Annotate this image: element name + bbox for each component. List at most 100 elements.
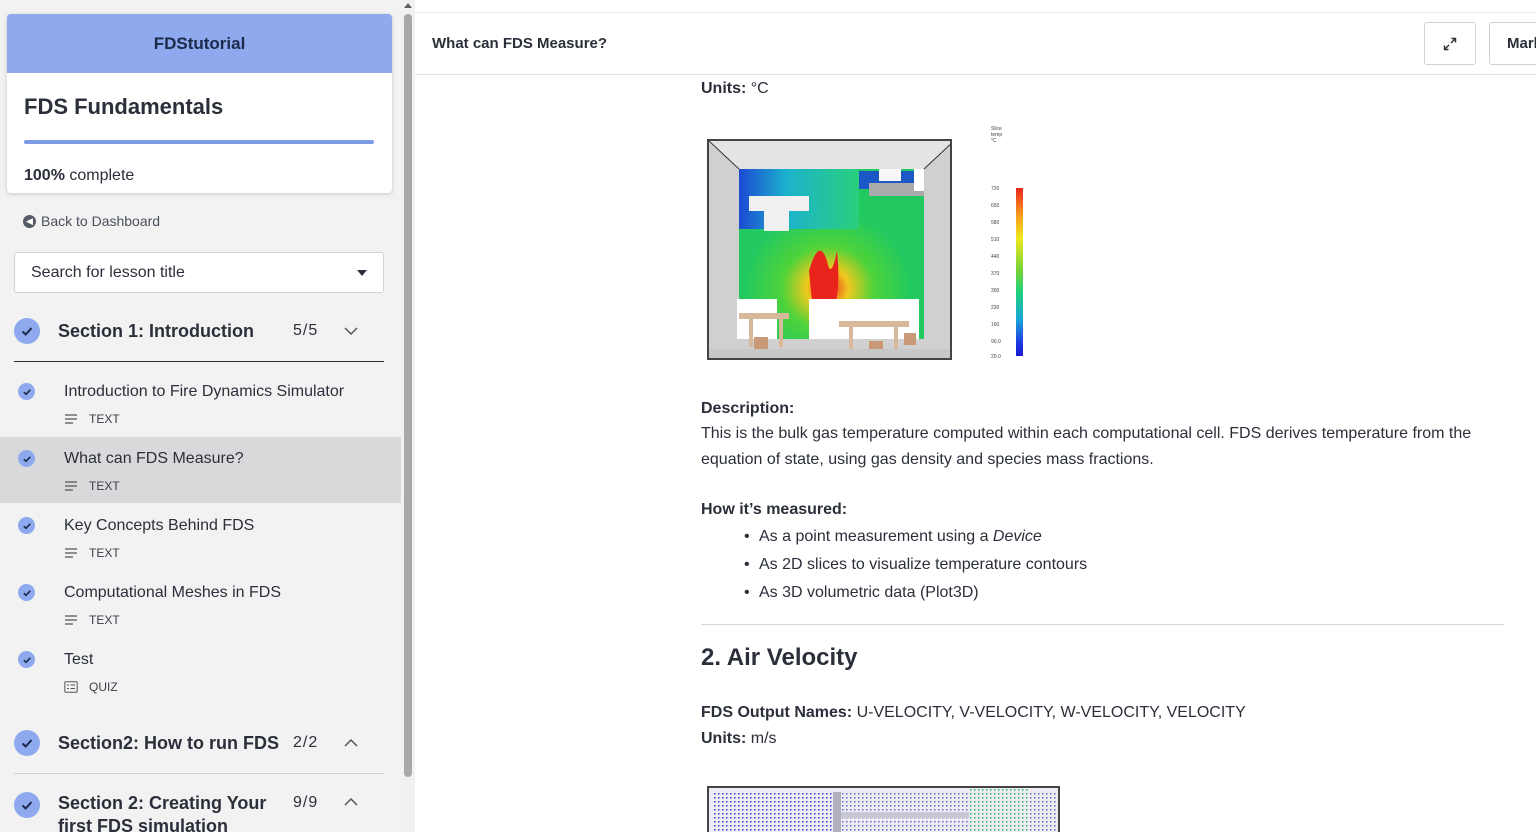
back-to-dashboard-link[interactable]: ◀ Back to Dashboard bbox=[23, 213, 160, 229]
velocity-slice-graphic bbox=[709, 788, 1058, 832]
progress-fill bbox=[24, 140, 374, 144]
colorbar-tick: 300 bbox=[991, 288, 1000, 294]
lesson-type: TEXT bbox=[64, 412, 120, 426]
list-item: As a point measurement using a Device bbox=[744, 523, 1087, 551]
lesson-title: Key Concepts Behind FDS bbox=[64, 517, 255, 534]
progress-percent: 100% bbox=[24, 167, 65, 184]
check-circle-icon bbox=[14, 318, 40, 344]
lesson-type: TEXT bbox=[64, 546, 120, 560]
text-lines-icon bbox=[65, 548, 77, 558]
search-placeholder: Search for lesson title bbox=[31, 263, 185, 281]
list-item-text: As a point measurement using a bbox=[759, 528, 993, 545]
temperature-slice-image bbox=[707, 139, 952, 360]
caret-down-icon bbox=[357, 269, 367, 276]
lesson-item[interactable]: Test QUIZ bbox=[0, 638, 401, 704]
course-sidebar: FDStutorial FDS Fundamentals 100% comple… bbox=[0, 0, 401, 832]
lesson-content-area: Units: °C Slice temp °C 720 650 580 510 … bbox=[415, 0, 1536, 832]
description-text: This is the bulk gas temperature compute… bbox=[701, 425, 1472, 468]
check-circle-icon bbox=[14, 792, 40, 818]
output-names-line: FDS Output Names: U-VELOCITY, V-VELOCITY… bbox=[701, 700, 1246, 726]
colorbar-tick: 510 bbox=[991, 237, 1000, 243]
back-label: Back to Dashboard bbox=[41, 213, 161, 229]
section-header-2[interactable]: Section2: How to run FDS 2/2 bbox=[14, 723, 384, 763]
section-divider bbox=[14, 773, 384, 774]
fullscreen-button[interactable] bbox=[1424, 22, 1476, 65]
lesson-title: What can FDS Measure? bbox=[64, 450, 244, 467]
lesson-item[interactable]: Key Concepts Behind FDS TEXT bbox=[0, 504, 401, 570]
section-count: 5/5 bbox=[293, 322, 319, 339]
measured-list: As a point measurement using a Device As… bbox=[744, 523, 1088, 607]
section-header-1[interactable]: Section 1: Introduction 5/5 bbox=[14, 311, 384, 351]
colorbar-tick: 20.0 bbox=[991, 354, 1001, 360]
section-heading-air-velocity: 2. Air Velocity bbox=[701, 644, 858, 671]
check-circle-icon bbox=[18, 383, 35, 400]
lesson-type-label: TEXT bbox=[89, 546, 120, 560]
quiz-icon bbox=[64, 681, 78, 693]
lesson-title: Test bbox=[64, 651, 94, 668]
colorbar-tick: 160 bbox=[991, 322, 1000, 328]
colorbar-tick: 90.0 bbox=[991, 339, 1001, 345]
lesson-item[interactable]: Introduction to Fire Dynamics Simulator … bbox=[0, 370, 401, 436]
expand-icon bbox=[1443, 37, 1457, 50]
check-circle-icon bbox=[14, 730, 40, 756]
units2-value: m/s bbox=[750, 730, 777, 747]
lesson-page-title: What can FDS Measure? bbox=[432, 35, 608, 52]
check-circle-icon bbox=[18, 450, 35, 467]
measured-heading: How it’s measured: bbox=[701, 501, 848, 518]
section-divider bbox=[14, 361, 384, 362]
lesson-item-active[interactable]: What can FDS Measure? TEXT bbox=[0, 437, 401, 503]
section-count: 2/2 bbox=[293, 734, 319, 751]
colorbar-tick: 230 bbox=[991, 305, 1000, 311]
colorbar-tick: 650 bbox=[991, 203, 1000, 209]
section-header-3[interactable]: Section 2: Creating Your first FDS simul… bbox=[14, 784, 384, 832]
list-item: As 2D slices to visualize temperature co… bbox=[744, 551, 1088, 579]
section-count: 9/9 bbox=[293, 794, 319, 811]
course-card: FDStutorial FDS Fundamentals 100% comple… bbox=[7, 14, 392, 193]
course-banner[interactable]: FDStutorial bbox=[7, 14, 392, 73]
scrollbar-thumb[interactable] bbox=[404, 14, 412, 777]
output-names-value: U-VELOCITY, V-VELOCITY, W-VELOCITY, VELO… bbox=[856, 704, 1246, 721]
list-item: As 3D volumetric data (Plot3D) bbox=[744, 579, 1087, 607]
temperature-slice-graphic bbox=[709, 141, 950, 358]
text-lines-icon bbox=[65, 481, 77, 491]
progress-suffix: complete bbox=[69, 167, 135, 184]
check-circle-icon bbox=[18, 584, 35, 601]
sidebar-scrollbar[interactable] bbox=[401, 0, 415, 832]
device-emphasis: Device bbox=[992, 528, 1042, 545]
mark-complete-button[interactable]: Mark bbox=[1489, 22, 1536, 65]
chevron-up-icon[interactable] bbox=[343, 735, 359, 751]
colorbar-tick: 580 bbox=[991, 220, 1000, 226]
colorbar-title: Slice temp °C bbox=[991, 126, 1021, 144]
text-lines-icon bbox=[65, 615, 77, 625]
lesson-search-select[interactable]: Search for lesson title bbox=[14, 252, 384, 293]
chevron-down-icon[interactable] bbox=[343, 323, 359, 339]
lesson-type: QUIZ bbox=[64, 680, 118, 694]
colorbar-ticks: 720 650 580 510 440 370 300 230 160 90.0… bbox=[991, 186, 1015, 360]
output-names-label: FDS Output Names: bbox=[701, 704, 853, 721]
scroll-up-arrow-icon[interactable] bbox=[404, 3, 412, 8]
progress-bar bbox=[24, 140, 374, 144]
lesson-item[interactable]: Computational Meshes in FDS TEXT bbox=[0, 571, 401, 637]
temperature-colorbar bbox=[1016, 188, 1023, 356]
velocity-slice-image bbox=[707, 786, 1060, 832]
units-line: Units: °C bbox=[701, 76, 769, 102]
units-label: Units: bbox=[701, 80, 747, 97]
check-circle-icon bbox=[18, 517, 35, 534]
lesson-type: TEXT bbox=[64, 613, 120, 627]
list-item-text: As 2D slices to visualize temperature co… bbox=[759, 556, 1088, 573]
lesson-type: TEXT bbox=[64, 479, 120, 493]
lesson-type-label: TEXT bbox=[89, 613, 120, 627]
lesson-type-label: QUIZ bbox=[89, 680, 118, 694]
description-heading: Description: bbox=[701, 400, 795, 417]
lesson-type-label: TEXT bbox=[89, 412, 120, 426]
lesson-title: Introduction to Fire Dynamics Simulator bbox=[64, 383, 345, 400]
app-root: FDStutorial FDS Fundamentals 100% comple… bbox=[0, 0, 1536, 832]
arrow-left-circle-icon: ◀ bbox=[23, 214, 36, 228]
lesson-topbar: What can FDS Measure? Mark bbox=[415, 12, 1536, 75]
section-title: Section 2: Creating Your first FDS simul… bbox=[58, 793, 267, 832]
units2-label: Units: bbox=[701, 730, 747, 747]
chevron-up-icon[interactable] bbox=[343, 794, 359, 810]
list-item-text: As 3D volumetric data (Plot3D) bbox=[759, 584, 979, 601]
colorbar-tick: 370 bbox=[991, 271, 1000, 277]
progress-text: 100% complete bbox=[24, 167, 134, 185]
